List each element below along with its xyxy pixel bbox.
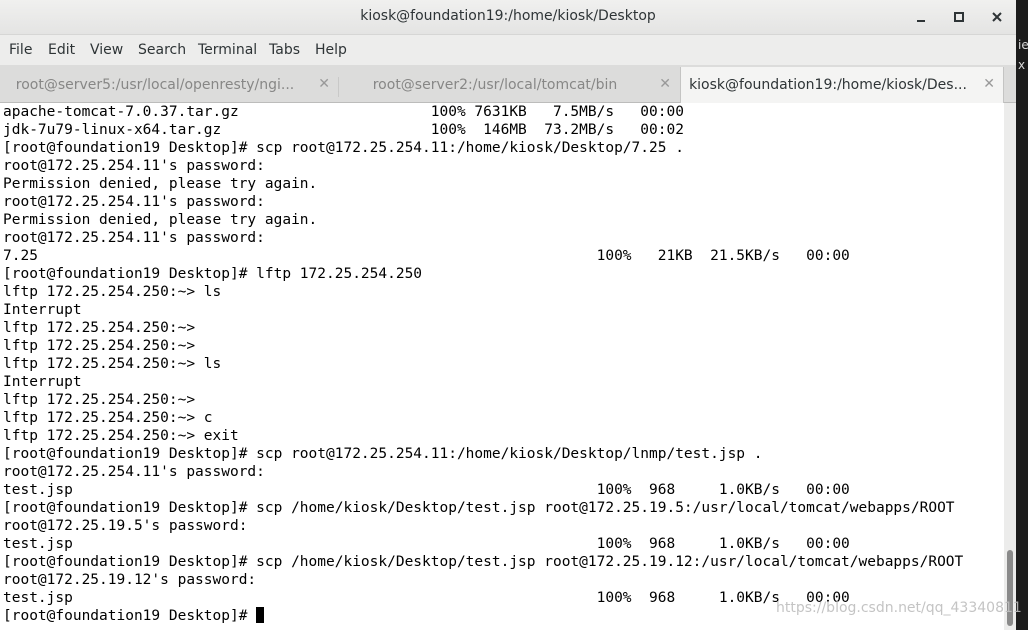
terminal-line: [root@foundation19 Desktop]# scp root@17… [3, 446, 763, 462]
terminal-line: [root@foundation19 Desktop]# scp root@17… [3, 140, 684, 156]
minimize-button[interactable] [910, 6, 932, 28]
close-window-button[interactable] [986, 6, 1008, 28]
terminal-output[interactable]: apache-tomcat-7.0.37.tar.gz 100% 7631KB … [0, 103, 1004, 630]
watermark: https://blog.csdn.net/qq_43340811 [776, 600, 1022, 616]
menu-bar: File Edit View Search Terminal Tabs Help [0, 35, 1016, 65]
terminal-line: [root@foundation19 Desktop]# scp /home/k… [3, 554, 964, 570]
terminal-line: jdk-7u79-linux-x64.tar.gz 100% 146MB 73.… [3, 122, 684, 138]
terminal-line: root@172.25.19.12's password: [3, 572, 257, 588]
menu-file[interactable]: File [9, 42, 32, 58]
tab-foundation19[interactable]: kiosk@foundation19:/home/kiosk/Des... ✕ [680, 67, 1004, 103]
tab-close-icon[interactable]: ✕ [318, 76, 330, 92]
terminal-line: lftp 172.25.254.250:~> exit [3, 428, 239, 444]
terminal-window: kiosk@foundation19:/home/kiosk/Desktop F… [0, 0, 1016, 630]
terminal-prompt-line[interactable]: [root@foundation19 Desktop]# [3, 607, 265, 625]
terminal-line: root@172.25.254.11's password: [3, 230, 265, 246]
tab-close-icon[interactable]: ✕ [659, 76, 671, 92]
terminal-line: lftp 172.25.254.250:~> [3, 320, 196, 336]
terminal-line: lftp 172.25.254.250:~> [3, 338, 196, 354]
terminal-scrollbar[interactable] [1004, 103, 1016, 630]
terminal-line: lftp 172.25.254.250:~> ls [3, 284, 222, 300]
title-bar[interactable]: kiosk@foundation19:/home/kiosk/Desktop [0, 0, 1016, 35]
terminal-line: lftp 172.25.254.250:~> [3, 392, 196, 408]
maximize-button[interactable] [948, 6, 970, 28]
tab-close-icon[interactable]: ✕ [983, 76, 995, 92]
terminal-line: test.jsp 100% 968 1.0KB/s 00:00 [3, 536, 850, 552]
window-title: kiosk@foundation19:/home/kiosk/Desktop [360, 8, 656, 24]
terminal-line: 7.25 100% 21KB 21.5KB/s 00:00 [3, 248, 850, 264]
minimize-icon [917, 20, 925, 22]
tab-bar: root@server5:/usr/local/openresty/ngi...… [0, 65, 1016, 103]
terminal-cursor [256, 607, 265, 623]
terminal-line: test.jsp 100% 968 1.0KB/s 00:00 [3, 482, 850, 498]
menu-help[interactable]: Help [315, 42, 347, 58]
menu-tabs[interactable]: Tabs [269, 42, 300, 58]
terminal-line: Interrupt [3, 374, 82, 390]
terminal-line: lftp 172.25.254.250:~> c [3, 410, 213, 426]
tab-label: kiosk@foundation19:/home/kiosk/Des... [689, 77, 967, 93]
tab-server2[interactable]: root@server2:/usr/local/tomcat/bin ✕ [339, 69, 679, 102]
tab-label: root@server2:/usr/local/tomcat/bin [372, 77, 618, 93]
terminal-line: root@172.25.254.11's password: [3, 464, 265, 480]
menu-view[interactable]: View [90, 42, 123, 58]
maximize-icon [954, 12, 964, 22]
terminal-line: [root@foundation19 Desktop]# scp /home/k… [3, 500, 955, 516]
terminal-line: root@172.25.254.11's password: [3, 194, 265, 210]
close-icon [992, 12, 1002, 22]
menu-search[interactable]: Search [138, 42, 186, 58]
terminal-line: Permission denied, please try again. [3, 176, 318, 192]
background-text: iec [1018, 38, 1028, 52]
terminal-line: test.jsp 100% 968 1.0KB/s 00:00 [3, 590, 850, 606]
menu-terminal[interactable]: Terminal [198, 42, 257, 58]
terminal-line: lftp 172.25.254.250:~> ls [3, 356, 222, 372]
terminal-line: Permission denied, please try again. [3, 212, 318, 228]
terminal-line: [root@foundation19 Desktop]# lftp 172.25… [3, 266, 423, 282]
terminal-line: root@172.25.254.11's password: [3, 158, 265, 174]
background-text: x [1018, 58, 1026, 72]
terminal-line: apache-tomcat-7.0.37.tar.gz 100% 7631KB … [3, 104, 684, 120]
menu-edit[interactable]: Edit [48, 42, 75, 58]
tab-server5[interactable]: root@server5:/usr/local/openresty/ngi...… [0, 69, 338, 102]
terminal-line: root@172.25.19.5's password: [3, 518, 248, 534]
tab-label: root@server5:/usr/local/openresty/ngi... [15, 77, 295, 93]
terminal-prompt: [root@foundation19 Desktop]# [3, 608, 257, 624]
terminal-line: Interrupt [3, 302, 82, 318]
desktop-background [1016, 0, 1028, 630]
